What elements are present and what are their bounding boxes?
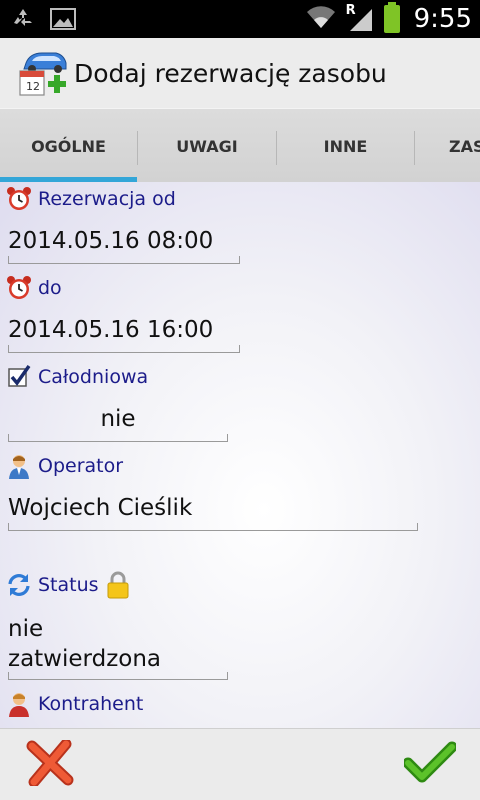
label-text: Status [38, 574, 99, 596]
status-bar: R 9:55 [0, 0, 480, 38]
user-icon [6, 453, 32, 479]
alarm-clock-icon [6, 275, 32, 301]
field-underline [8, 345, 240, 353]
car-calendar-add-icon: 12 [18, 47, 70, 99]
checkbox-checked-icon [6, 364, 32, 390]
bottom-action-bar [0, 728, 480, 800]
do-field[interactable]: 2014.05.16 16:00 [8, 317, 213, 343]
page-title: Dodaj rezerwację zasobu [74, 58, 387, 88]
field-underline [8, 672, 228, 680]
title-bar: 12 Dodaj rezerwację zasobu [0, 38, 480, 108]
field-underline [8, 434, 228, 442]
label-text: Całodniowa [38, 366, 149, 388]
tab-zas[interactable]: ZAS [415, 109, 480, 183]
do-label: do [6, 275, 62, 301]
label-text: do [38, 277, 62, 299]
tab-label: OGÓLNE [31, 136, 106, 156]
field-underline [8, 523, 418, 531]
field-underline [8, 256, 240, 264]
tab-inne[interactable]: INNE [277, 109, 414, 183]
tab-label: ZAS [449, 136, 480, 156]
label-text: Operator [38, 455, 124, 477]
label-text: Kontrahent [38, 693, 144, 715]
tab-bar: OGÓLNE UWAGI INNE ZAS [0, 108, 480, 183]
refresh-icon [6, 572, 32, 598]
operator-label: Operator [6, 453, 123, 479]
battery-icon [383, 2, 400, 33]
status-value-line2: zatwierdzona [8, 646, 162, 672]
calodniowa-field[interactable]: nie [8, 406, 228, 432]
signal-icon: R [346, 3, 374, 33]
cancel-icon [26, 738, 74, 790]
rezerwacja-od-label: Rezerwacja od [6, 186, 176, 212]
label-text: Rezerwacja od [38, 188, 176, 210]
status-label: Status [6, 571, 131, 599]
kontrahent-label: Kontrahent [6, 691, 143, 717]
alarm-clock-icon [6, 186, 32, 212]
form-content[interactable]: Rezerwacja od 2014.05.16 08:00 do 2014.0… [0, 182, 480, 728]
clock: 9:55 [413, 4, 472, 34]
svg-text:12: 12 [26, 80, 40, 93]
checkmark-icon [402, 741, 458, 789]
status-field[interactable]: nie zatwierdzona [8, 614, 161, 674]
tab-label: INNE [323, 136, 368, 156]
tab-uwagi[interactable]: UWAGI [138, 109, 276, 183]
lock-icon [105, 571, 131, 599]
operator-field[interactable]: Wojciech Cieślik [8, 495, 192, 521]
wifi-icon [306, 4, 336, 34]
status-value-line1: nie [8, 616, 44, 642]
rezerwacja-od-field[interactable]: 2014.05.16 08:00 [8, 228, 213, 254]
calodniowa-label: Całodniowa [6, 364, 148, 390]
tab-ogolne[interactable]: OGÓLNE [0, 109, 137, 183]
contact-icon [6, 691, 32, 717]
cancel-button[interactable] [22, 738, 78, 791]
recycle-icon [10, 6, 36, 32]
tab-label: UWAGI [176, 136, 238, 156]
image-icon [50, 6, 76, 32]
confirm-button[interactable] [402, 739, 458, 791]
